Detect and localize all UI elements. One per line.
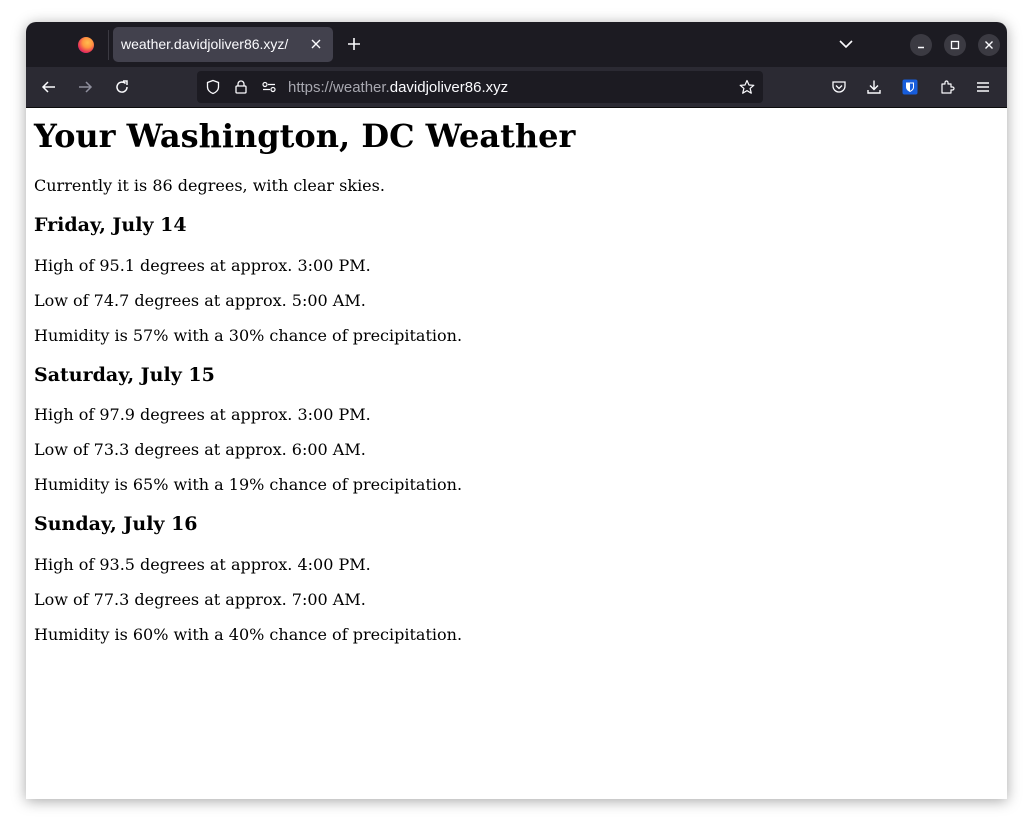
day-heading: Sunday, July 16: [34, 513, 198, 535]
minimize-button[interactable]: [910, 34, 932, 56]
shield-icon[interactable]: [205, 79, 221, 95]
reload-icon[interactable]: [114, 79, 130, 95]
url-text[interactable]: https://weather.davidjoliver86.xyz: [288, 79, 508, 96]
day-heading: Saturday, July 15: [34, 364, 215, 386]
day-high: High of 95.1 degrees at approx. 3:00 PM.: [34, 256, 371, 275]
url-bar[interactable]: https://weather.davidjoliver86.xyz: [197, 71, 763, 103]
day-high: High of 93.5 degrees at approx. 4:00 PM.: [34, 555, 371, 574]
day-low: Low of 73.3 degrees at approx. 6:00 AM.: [34, 440, 366, 459]
page-title: Your Washington, DC Weather: [34, 117, 576, 155]
navigation-bar: https://weather.davidjoliver86.xyz: [26, 67, 1007, 108]
menu-hamburger-icon[interactable]: [975, 79, 991, 95]
tab-separator: [108, 30, 109, 60]
day-low: Low of 74.7 degrees at approx. 5:00 AM.: [34, 291, 366, 310]
close-window-button[interactable]: [978, 34, 1000, 56]
tab-active[interactable]: weather.davidjoliver86.xyz/: [113, 27, 333, 62]
minimize-icon: [918, 46, 924, 49]
page-content: Your Washington, DC Weather Currently it…: [26, 108, 1007, 799]
browser-window: weather.davidjoliver86.xyz/ https://weat…: [26, 22, 1007, 799]
day-high: High of 97.9 degrees at approx. 3:00 PM.: [34, 405, 371, 424]
close-tab-icon[interactable]: [307, 35, 325, 53]
firefox-logo-icon[interactable]: [78, 37, 94, 53]
chevron-down-icon[interactable]: [838, 36, 854, 52]
day-humidity: Humidity is 57% with a 30% chance of pre…: [34, 326, 463, 345]
bookmark-star-icon[interactable]: [739, 79, 755, 95]
forward-arrow-icon[interactable]: [77, 79, 93, 95]
day-humidity: Humidity is 65% with a 19% chance of pre…: [34, 475, 463, 494]
tab-bar: weather.davidjoliver86.xyz/: [26, 22, 1007, 67]
download-icon[interactable]: [866, 79, 882, 95]
bitwarden-shield-icon[interactable]: [902, 79, 918, 95]
extensions-puzzle-icon[interactable]: [939, 79, 955, 95]
maximize-button[interactable]: [944, 34, 966, 56]
day-heading: Friday, July 14: [34, 214, 187, 236]
new-tab-icon[interactable]: [346, 36, 362, 52]
close-icon: [985, 41, 993, 49]
pocket-icon[interactable]: [831, 79, 847, 95]
day-humidity: Humidity is 60% with a 40% chance of pre…: [34, 625, 463, 644]
maximize-icon: [950, 40, 960, 50]
lock-icon[interactable]: [233, 79, 249, 95]
permissions-icon[interactable]: [261, 79, 277, 95]
url-prefix: https://weather.: [288, 79, 390, 96]
url-domain: davidjoliver86.xyz: [389, 79, 509, 96]
current-conditions: Currently it is 86 degrees, with clear s…: [34, 176, 385, 195]
day-low: Low of 77.3 degrees at approx. 7:00 AM.: [34, 590, 366, 609]
tab-title: weather.davidjoliver86.xyz/: [121, 36, 289, 52]
back-arrow-icon[interactable]: [41, 79, 57, 95]
